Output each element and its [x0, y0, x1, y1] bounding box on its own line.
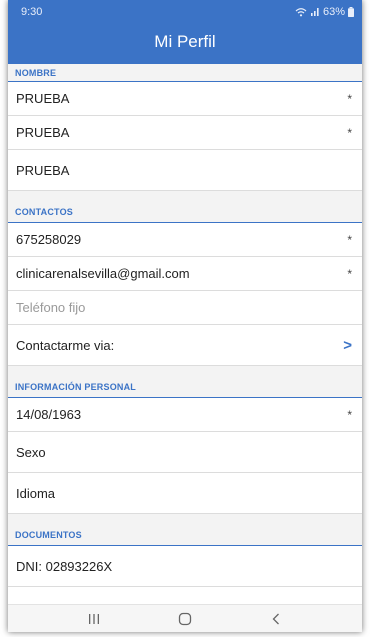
- required-marker: *: [347, 407, 352, 422]
- field-value: clinicarenalsevilla@gmail.com: [16, 266, 190, 281]
- profile-form: NOMBRE PRUEBA * PRUEBA * PRUEBA CONTACTO…: [8, 64, 362, 604]
- required-marker: *: [347, 91, 352, 106]
- section-header-informacion-personal: INFORMACIÓN PERSONAL: [8, 366, 362, 398]
- contact-via-row[interactable]: Contactarme via: >: [8, 325, 362, 366]
- field-label: Idioma: [16, 485, 56, 501]
- language-field[interactable]: Idioma: [8, 473, 362, 514]
- section-label: NOMBRE: [15, 68, 57, 78]
- field-label: Sexo: [16, 444, 46, 460]
- email-field[interactable]: clinicarenalsevilla@gmail.com *: [8, 257, 362, 291]
- landline-field[interactable]: Teléfono fijo: [8, 291, 362, 325]
- required-marker: *: [347, 266, 352, 281]
- field-value: 675258029: [16, 232, 82, 247]
- required-marker: *: [347, 232, 352, 247]
- status-icons: 63%: [295, 6, 354, 18]
- field-label: Contactarme via:: [16, 337, 115, 353]
- dni-field[interactable]: DNI: 02893226X: [8, 546, 362, 587]
- page-title: Mi Perfil: [154, 32, 216, 51]
- first-surname-field[interactable]: PRUEBA *: [8, 116, 362, 150]
- section-header-contactos: CONTACTOS: [8, 191, 362, 223]
- back-icon[interactable]: [256, 607, 296, 631]
- battery-percentage: 63%: [322, 6, 345, 18]
- section-header-documentos: DOCUMENTOS: [8, 514, 362, 546]
- field-value: 14/08/1963: [16, 407, 82, 422]
- phone-field[interactable]: 675258029 *: [8, 223, 362, 257]
- recents-icon[interactable]: [74, 607, 114, 631]
- sex-field[interactable]: Sexo: [8, 432, 362, 473]
- system-navigation-bar: [8, 604, 362, 632]
- second-surname-field[interactable]: PRUEBA: [8, 150, 362, 191]
- section-label: DOCUMENTOS: [15, 530, 82, 540]
- wifi-icon: [295, 8, 307, 17]
- signal-icon: [310, 8, 319, 16]
- home-icon[interactable]: [165, 607, 205, 631]
- phone-screen: 9:30 63% Mi Perfil NOMBRE PRUEBA * PRUEB…: [8, 0, 362, 632]
- section-header-nombre: NOMBRE: [8, 64, 362, 82]
- section-label: INFORMACIÓN PERSONAL: [15, 382, 136, 392]
- chevron-right-icon: >: [343, 336, 352, 354]
- field-placeholder: Teléfono fijo: [16, 300, 86, 315]
- section-label: CONTACTOS: [15, 207, 73, 217]
- field-value: DNI: 02893226X: [16, 558, 113, 574]
- birthdate-field[interactable]: 14/08/1963 *: [8, 398, 362, 432]
- required-marker: *: [347, 125, 352, 140]
- battery-icon: [348, 7, 354, 17]
- field-value: PRUEBA: [16, 125, 70, 140]
- app-header: 9:30 63% Mi Perfil: [8, 0, 362, 64]
- field-value: PRUEBA: [16, 162, 70, 178]
- status-time: 9:30: [21, 6, 43, 18]
- first-name-field[interactable]: PRUEBA *: [8, 82, 362, 116]
- status-bar: 9:30 63%: [8, 0, 362, 24]
- field-value: PRUEBA: [16, 91, 70, 106]
